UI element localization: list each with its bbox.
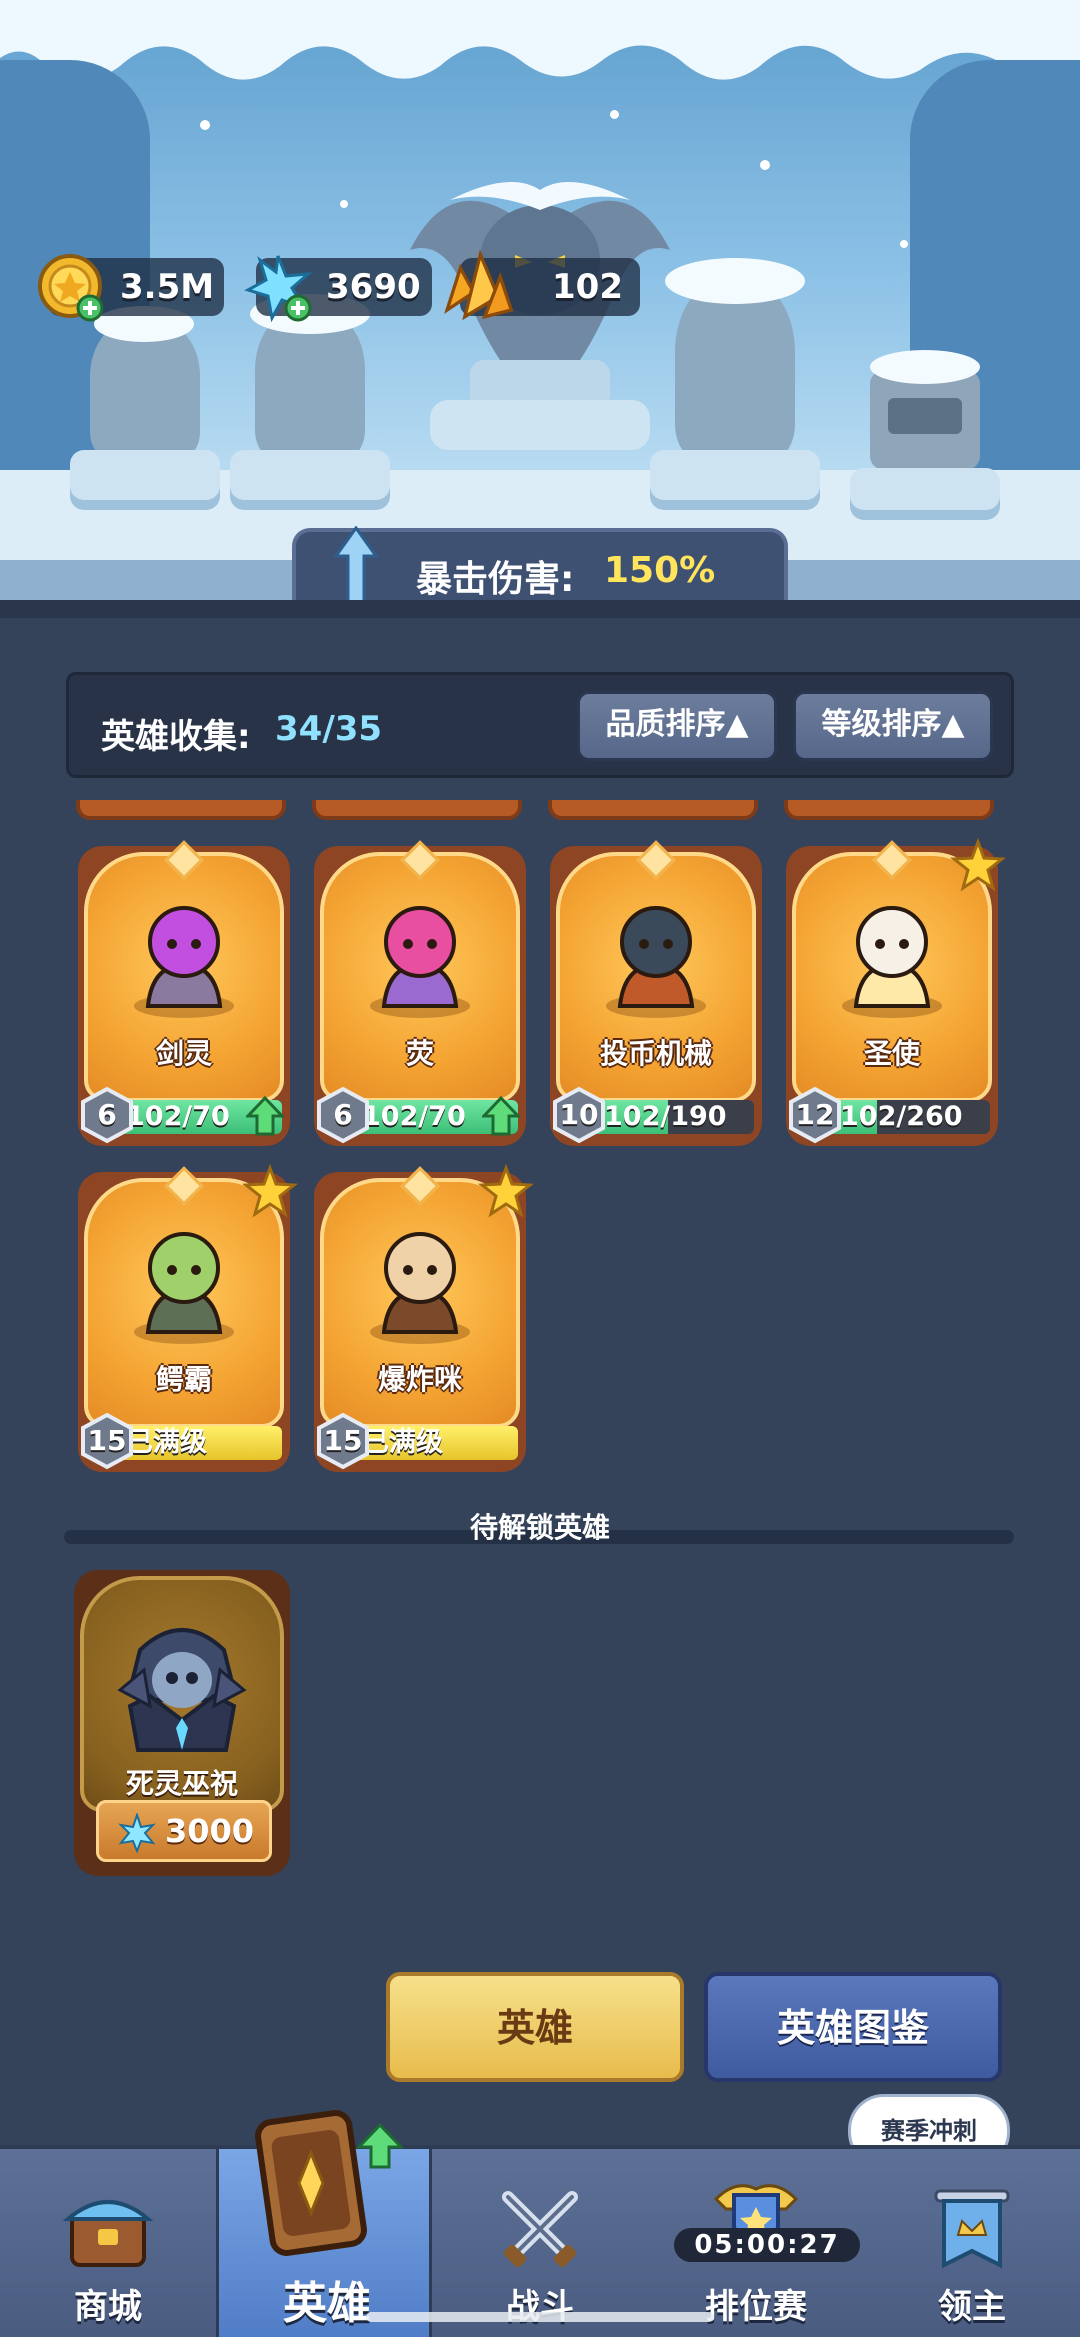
hero-level-badge: 10 <box>552 1086 606 1144</box>
unlock-price: 3000 <box>165 1812 255 1850</box>
gold-counter[interactable]: 3.5M <box>38 254 224 322</box>
hero-name: 鳄霸 <box>155 1363 212 1396</box>
hero-level: 15 <box>323 1424 363 1457</box>
orange-shard-icon <box>444 249 514 321</box>
hero-name: 圣使 <box>863 1037 920 1070</box>
hero-portrait-icon <box>842 906 942 1018</box>
hero-name: 荧 <box>405 1037 434 1070</box>
crit-damage-label: 暴击伤害: <box>416 559 575 600</box>
shard-value: 102 <box>552 267 623 307</box>
hero-progress-text: 102/190 <box>604 1101 727 1132</box>
sort-by-level-button[interactable]: 等级排序▲ <box>793 691 993 761</box>
upgrade-arrow-icon <box>357 2123 403 2169</box>
collection-label: 英雄收集: <box>101 717 251 757</box>
hero-level-badge: 12 <box>788 1086 842 1144</box>
locked-hero-card[interactable]: 死灵巫祝 3000 <box>74 1570 290 1876</box>
hero-progress-text: 已满级 <box>126 1427 207 1458</box>
hero-codex-button[interactable]: 英雄图鉴 <box>704 1972 1002 2082</box>
star-icon <box>242 1164 298 1218</box>
hero-level: 10 <box>559 1098 599 1131</box>
star-icon <box>950 838 1006 892</box>
upgrade-arrow-icon <box>246 1096 284 1136</box>
nav-hero[interactable]: 英雄 <box>216 2110 432 2337</box>
nav-lord-label: 领主 <box>938 2287 1006 2327</box>
hero-portrait-icon <box>370 1232 470 1344</box>
gold-coin-icon <box>38 254 104 322</box>
crit-damage-banner: 暴击伤害: 150% <box>292 526 788 608</box>
hero-portrait-icon <box>134 906 234 1018</box>
snow-ceiling <box>0 0 1080 80</box>
hero-level: 12 <box>795 1098 835 1131</box>
hero-progress-text: 已满级 <box>362 1427 443 1458</box>
upgrade-arrow-icon <box>482 1096 520 1136</box>
up-arrow-icon <box>334 526 378 606</box>
crystal-counter[interactable]: 3690 <box>244 255 432 323</box>
hero-level-badge: 15 <box>316 1412 370 1470</box>
locked-hero-name: 死灵巫祝 <box>125 1767 238 1800</box>
hero-level: 6 <box>333 1098 353 1131</box>
hero-card[interactable]: 投币机械 102/190 10 <box>550 840 762 1146</box>
gold-value: 3.5M <box>120 267 215 307</box>
hero-progress-text: 102/260 <box>840 1101 963 1132</box>
hero-portrait-icon <box>134 1232 234 1344</box>
statue-center-right <box>650 250 820 510</box>
unlock-price-button[interactable]: 3000 <box>96 1800 272 1862</box>
nav-shop[interactable]: 商城 <box>0 2149 216 2337</box>
hero-name: 爆炸咪 <box>377 1363 462 1396</box>
scrolled-cards-row <box>66 800 1014 822</box>
hero-level-badge: 6 <box>316 1086 370 1144</box>
nav-shop-label: 商城 <box>74 2287 142 2327</box>
sort-by-quality-button[interactable]: 品质排序▲ <box>577 691 777 761</box>
hero-progress-text: 102/70 <box>362 1101 466 1132</box>
hero-level: 6 <box>97 1098 117 1131</box>
shop-chest-icon <box>62 2200 154 2267</box>
statue-slot-machine <box>840 340 1010 520</box>
hero-level-badge: 15 <box>80 1412 134 1470</box>
crit-damage-value: 150% <box>604 550 716 591</box>
necromancer-portrait-icon <box>117 1628 247 1752</box>
nav-battle[interactable]: 战斗 <box>432 2149 648 2337</box>
ranked-countdown: 05:00:27 <box>674 2228 860 2262</box>
crystal-value: 3690 <box>326 267 421 307</box>
lord-banner-icon <box>934 2189 1010 2269</box>
hero-screen: 3.5M 3690 102 暴击伤害: 150% 英雄收集: 34/35 品质排… <box>0 0 1080 2337</box>
locked-section-title: 待解锁英雄 <box>469 1511 610 1544</box>
hero-card[interactable]: 剑灵 102/70 6 <box>78 840 290 1146</box>
collection-count: 34/35 <box>275 709 383 749</box>
hero-card-icon <box>255 2110 367 2256</box>
hero-portrait-icon <box>370 906 470 1018</box>
hero-name: 剑灵 <box>155 1037 212 1070</box>
hero-portrait-icon <box>606 906 706 1018</box>
nav-lord[interactable]: 领主 <box>864 2149 1080 2337</box>
hero-level-badge: 6 <box>80 1086 134 1144</box>
hero-level: 15 <box>87 1424 127 1457</box>
hero-progress-text: 102/70 <box>126 1101 230 1132</box>
hero-card[interactable]: 荧 102/70 6 <box>314 840 526 1146</box>
hero-card[interactable]: 圣使 102/260 12 <box>786 838 1006 1146</box>
crossed-swords-icon <box>502 2191 578 2268</box>
bottom-nav: 商城 英雄 战斗 排位赛 领主 <box>0 2110 1080 2337</box>
collection-bar: 英雄收集: 34/35 品质排序▲ 等级排序▲ <box>66 672 1014 778</box>
hero-name: 投币机械 <box>599 1037 712 1070</box>
star-icon <box>478 1164 534 1218</box>
home-indicator[interactable] <box>366 2312 714 2322</box>
hero-card[interactable]: 鳄霸已满级 15 <box>78 1164 298 1472</box>
statue-left <box>70 300 220 510</box>
shard-counter[interactable]: 102 <box>444 249 640 321</box>
hero-card[interactable]: 爆炸咪已满级 15 <box>314 1164 534 1472</box>
ice-crystal-icon <box>118 1813 156 1853</box>
hero-tab-button[interactable]: 英雄 <box>386 1972 684 2082</box>
ice-crystal-icon <box>244 255 313 323</box>
